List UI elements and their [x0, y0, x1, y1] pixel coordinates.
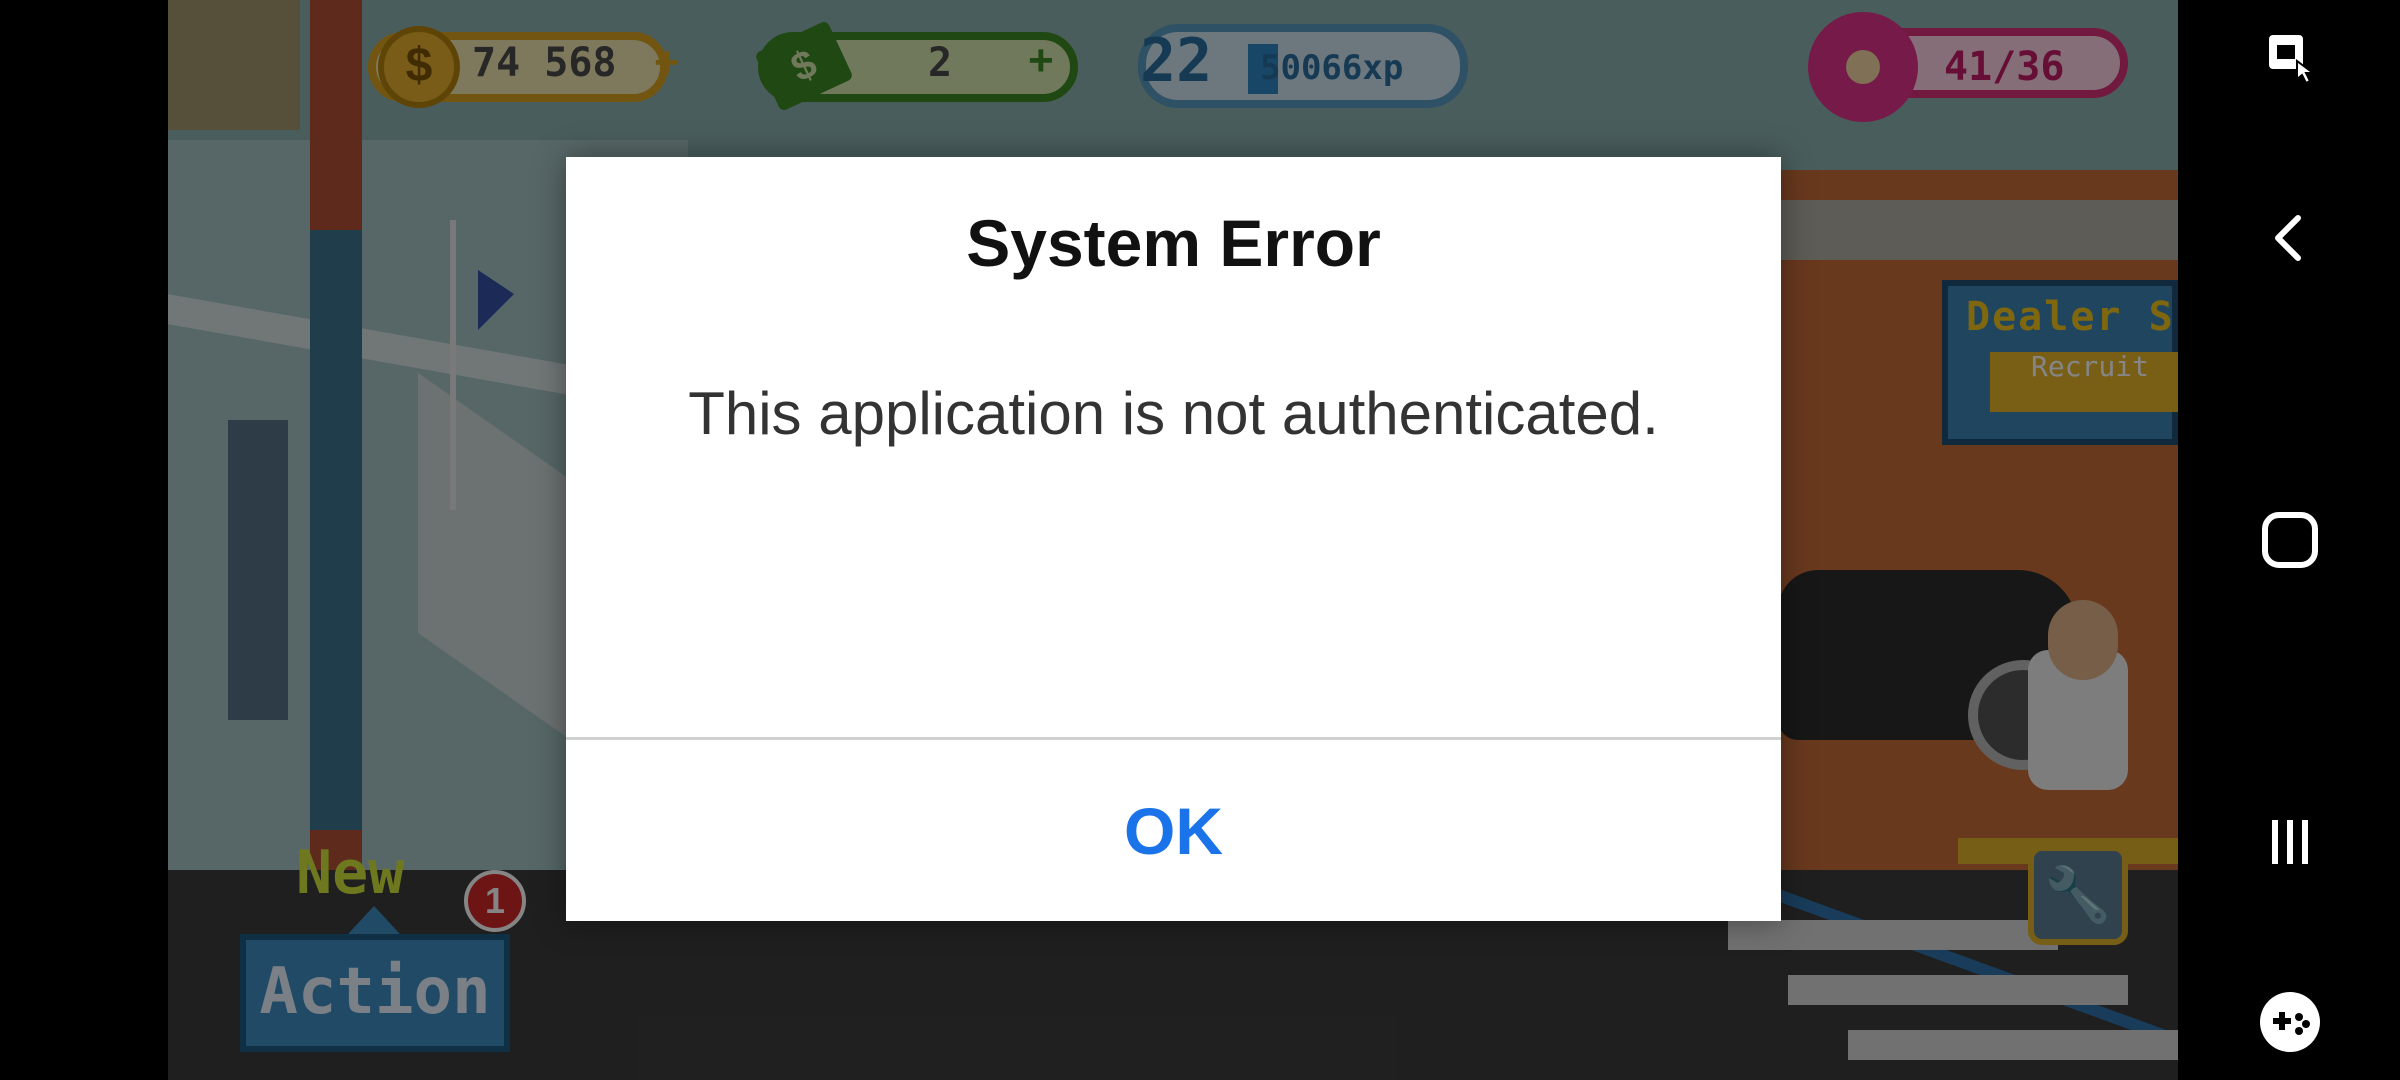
system-error-dialog: System Error This application is not aut… [566, 157, 1781, 921]
dialog-message: This application is not authenticated. [688, 380, 1659, 447]
home-icon[interactable] [2248, 498, 2332, 582]
dialog-title: System Error [966, 206, 1381, 280]
dialog-divider [566, 737, 1781, 740]
recents-icon[interactable] [2248, 800, 2332, 884]
back-icon[interactable] [2248, 196, 2332, 280]
system-navigation-bar [2178, 0, 2400, 1080]
ok-button[interactable]: OK [566, 741, 1781, 921]
game-tools-icon[interactable] [2248, 980, 2332, 1064]
screenshot-touch-icon[interactable] [2248, 14, 2332, 98]
